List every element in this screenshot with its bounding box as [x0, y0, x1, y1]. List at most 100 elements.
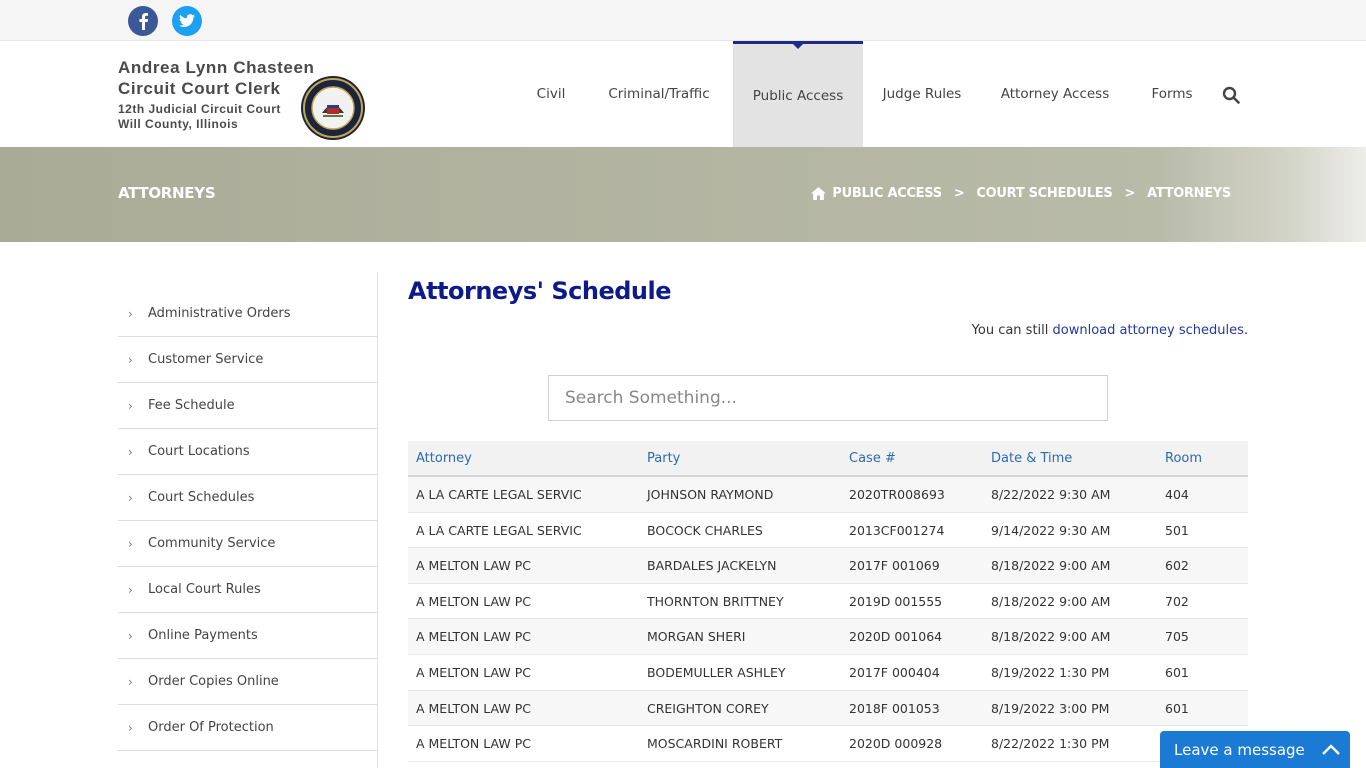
site-header: Andrea Lynn Chasteen Circuit Court Clerk… — [0, 41, 1366, 147]
column-header-party[interactable]: Party — [647, 451, 680, 466]
party-cell: MOSCARDINI ROBERT — [647, 736, 783, 752]
nav-label: Public Access — [752, 87, 844, 104]
date-time-cell: 8/19/2022 3:00 PM — [991, 700, 1110, 716]
attorney-cell: A MELTON LAW PC — [416, 593, 531, 609]
party-cell: MORGAN SHERI — [647, 629, 746, 645]
leave-message-button[interactable]: Leave a message — [1160, 731, 1350, 768]
date-time-cell: 8/19/2022 1:30 PM — [991, 664, 1110, 680]
date-time-cell: 8/22/2022 9:30 AM — [991, 487, 1111, 502]
party-cell: CREIGHTON COREY — [647, 700, 769, 716]
party-cell: BODEMULLER ASHLEY — [647, 664, 786, 680]
room-cell: 404 — [1165, 487, 1189, 502]
column-header-date-time[interactable]: Date & Time — [991, 451, 1072, 466]
sidebar-item-court-locations[interactable]: › Court Locations — [118, 429, 377, 475]
column-header-room[interactable]: Room — [1165, 451, 1202, 466]
page-title: ATTORNEYS — [118, 184, 216, 202]
nav-attorney-access[interactable]: Attorney Access — [981, 41, 1129, 147]
room-cell: 601 — [1165, 700, 1189, 716]
nav-label: Judge Rules — [882, 86, 962, 102]
chevron-right-icon: › — [128, 536, 133, 551]
breadcrumb-separator: > — [1124, 186, 1136, 201]
sidebar-item-administrative-orders[interactable]: › Administrative Orders — [118, 291, 377, 337]
column-header-attorney[interactable]: Attorney — [416, 451, 472, 466]
sidebar: › Administrative Orders › Customer Service… — [118, 272, 378, 768]
sidebar-item-label: Online Payments — [148, 628, 258, 643]
case-cell: 2020D 000928 — [849, 736, 943, 752]
sidebar-item-label: Administrative Orders — [148, 306, 291, 321]
attorney-cell: A MELTON LAW PC — [416, 736, 531, 752]
sidebar-item-label: Customer Service — [148, 352, 264, 367]
case-cell: 2020D 001064 — [849, 629, 943, 645]
room-cell: 705 — [1165, 629, 1189, 645]
date-time-cell: 8/18/2022 9:00 AM — [991, 593, 1111, 609]
attorney-cell: A LA CARTE LEGAL SERVIC — [416, 522, 582, 538]
note-text: You can still — [971, 323, 1053, 338]
search-input[interactable] — [548, 375, 1108, 421]
nav-label: Criminal/Traffic — [608, 86, 710, 102]
sidebar-item-order-copies-online[interactable]: › Order Copies Online — [118, 659, 377, 705]
column-header-case[interactable]: Case # — [849, 451, 896, 466]
breadcrumb-public-access[interactable]: PUBLIC ACCESS — [832, 186, 942, 201]
court-seal-icon — [301, 76, 365, 140]
nav-label: Forms — [1151, 86, 1193, 102]
chevron-right-icon: › — [128, 352, 133, 367]
sidebar-item-label: Fee Schedule — [148, 398, 235, 413]
chevron-right-icon: › — [128, 306, 133, 321]
sidebar-item-label: Local Court Rules — [148, 582, 261, 597]
nav-label: Civil — [536, 86, 566, 102]
nav-judge-rules[interactable]: Judge Rules — [863, 41, 981, 147]
table-row: A MELTON LAW PC BODEMULLER ASHLEY 2017F 00… — [408, 655, 1248, 691]
sidebar-item-online-payments[interactable]: › Online Payments — [118, 613, 377, 659]
attorney-cell: A MELTON LAW PC — [416, 664, 531, 680]
attorney-schedule-table: Attorney Party Case # Date & Time Room A… — [408, 441, 1248, 762]
chevron-right-icon: › — [128, 444, 133, 459]
sidebar-item-label: Order Copies Online — [148, 674, 279, 689]
date-time-cell: 8/22/2022 1:30 PM — [991, 736, 1110, 752]
social-bar — [0, 0, 1366, 41]
download-schedules-link[interactable]: download attorney schedules — [1053, 323, 1244, 338]
party-cell: BOCOCK CHARLES — [647, 522, 763, 538]
chat-label: Leave a message — [1174, 740, 1305, 759]
sidebar-item-label: Court Schedules — [148, 490, 255, 505]
date-time-cell: 8/18/2022 9:00 AM — [991, 629, 1111, 645]
sidebar-item-customer-service[interactable]: › Customer Service — [118, 337, 377, 383]
sidebar-item-fee-schedule[interactable]: › Fee Schedule — [118, 383, 377, 429]
table-row: A MELTON LAW PC THORNTON BRITTNEY 2019D 00… — [408, 584, 1248, 620]
twitter-icon[interactable] — [172, 6, 202, 36]
facebook-icon[interactable] — [128, 6, 158, 36]
expand-icon[interactable] — [1322, 741, 1340, 757]
sidebar-item-label: Community Service — [148, 536, 276, 551]
chevron-right-icon: › — [128, 398, 133, 413]
table-row: A MELTON LAW PC MORGAN SHERI 2020D 001064 8… — [408, 619, 1248, 655]
table-row: A LA CARTE LEGAL SERVIC BOCOCK CHARLES 201… — [408, 513, 1248, 549]
breadcrumb-court-schedules[interactable]: COURT SCHEDULES — [976, 186, 1112, 201]
chevron-right-icon: › — [128, 490, 133, 505]
site-logo[interactable]: Andrea Lynn Chasteen Circuit Court Clerk… — [118, 57, 378, 147]
case-cell: 2013CF001274 — [849, 522, 945, 538]
attorney-cell: A MELTON LAW PC — [416, 629, 531, 645]
sidebar-item-order-of-protection[interactable]: › Order Of Protection — [118, 705, 377, 751]
room-cell: 602 — [1165, 558, 1189, 574]
chevron-right-icon: › — [128, 628, 133, 643]
date-time-cell: 8/18/2022 9:00 AM — [991, 558, 1111, 574]
chevron-right-icon: › — [128, 720, 133, 735]
sidebar-item-court-schedules[interactable]: › Court Schedules — [118, 475, 377, 521]
nav-label: Attorney Access — [1000, 86, 1110, 102]
nav-civil[interactable]: Civil — [517, 41, 585, 147]
room-cell: 601 — [1165, 664, 1189, 680]
sidebar-item-community-service[interactable]: › Community Service — [118, 521, 377, 567]
nav-public-access[interactable]: Public Access — [733, 41, 863, 147]
nav-criminal-traffic[interactable]: Criminal/Traffic — [585, 41, 733, 147]
date-time-cell: 9/14/2022 9:30 AM — [991, 522, 1111, 538]
nav-forms[interactable]: Forms — [1129, 41, 1215, 147]
sidebar-item-local-court-rules[interactable]: › Local Court Rules — [118, 567, 377, 613]
search-icon[interactable] — [1222, 86, 1240, 104]
home-icon[interactable] — [811, 187, 827, 200]
room-cell: 702 — [1165, 593, 1189, 609]
case-cell: 2018F 001053 — [849, 700, 940, 716]
breadcrumb-attorneys: ATTORNEYS — [1147, 186, 1231, 201]
case-cell: 2019D 001555 — [849, 593, 943, 609]
attorney-cell: A MELTON LAW PC — [416, 700, 531, 716]
table-row: A MELTON LAW PC MOSCARDINI ROBERT 2020D 00… — [408, 726, 1248, 762]
party-cell: THORNTON BRITTNEY — [647, 593, 784, 609]
